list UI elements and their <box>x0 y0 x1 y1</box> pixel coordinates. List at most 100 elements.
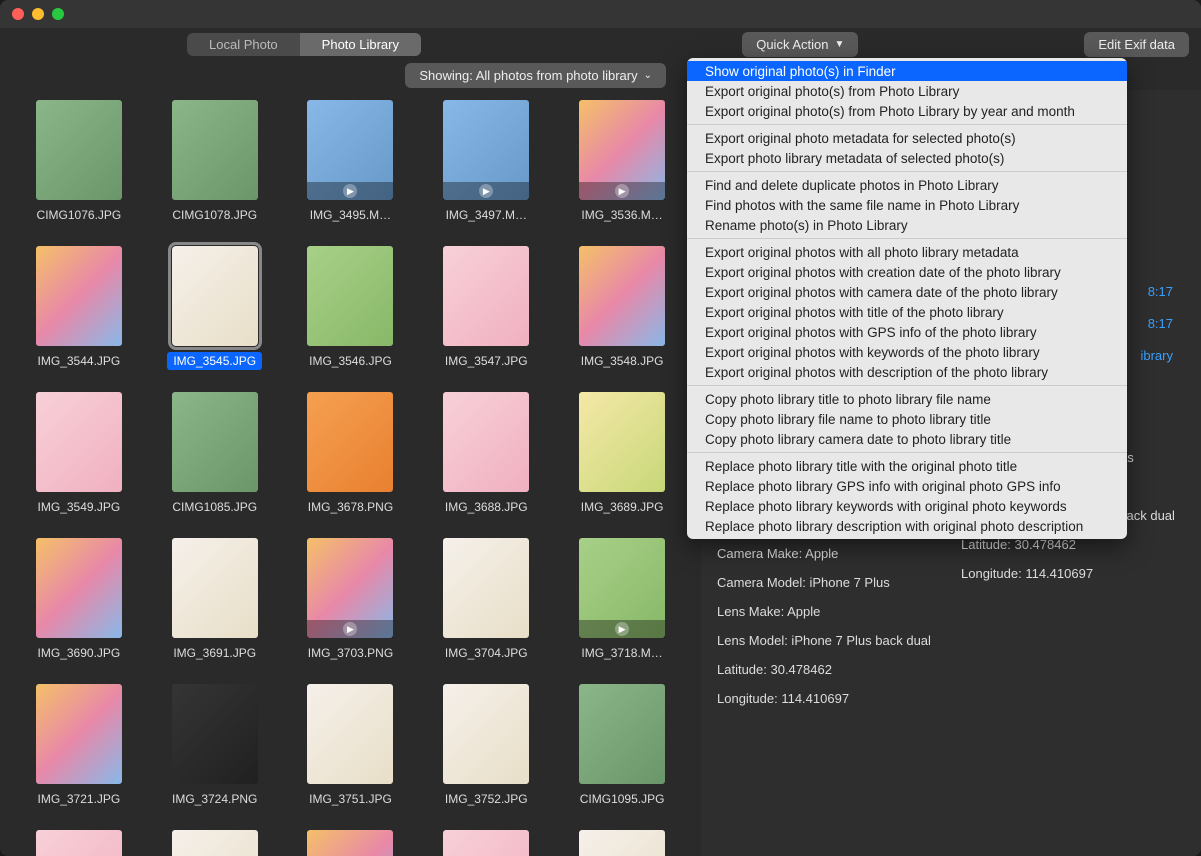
thumbnail-image <box>307 392 393 492</box>
detail-field: Latitude: 30.478462 <box>961 537 1185 554</box>
thumbnail-item[interactable]: CIMG1076.JPG <box>20 100 138 224</box>
thumbnail-item[interactable]: IMG_3703.PNG <box>292 538 410 662</box>
menu-item[interactable]: Export original photos with description … <box>687 362 1127 382</box>
menu-item[interactable]: Replace photo library title with the ori… <box>687 456 1127 476</box>
detail-field: Latitude: 30.478462 <box>717 662 941 679</box>
thumbnail-item[interactable]: CIMG1085.JPG <box>156 392 274 516</box>
thumbnail-image <box>443 100 529 200</box>
detail-value-link[interactable]: 8:17 <box>1140 284 1173 299</box>
tab-local-photo[interactable]: Local Photo <box>187 33 300 56</box>
thumbnail-image <box>172 392 258 492</box>
thumbnail-image <box>579 100 665 200</box>
menu-item[interactable]: Find photos with the same file name in P… <box>687 195 1127 215</box>
thumbnail-image <box>36 684 122 784</box>
detail-value-link[interactable]: 8:17 <box>1140 316 1173 331</box>
thumbnail-item[interactable]: IMG_3546.JPG <box>292 246 410 370</box>
thumbnail-image <box>172 538 258 638</box>
thumbnail-item[interactable]: IMG_3691.JPG <box>156 538 274 662</box>
thumbnail-item[interactable]: IMG_3497.M… <box>427 100 545 224</box>
thumbnail-image <box>172 100 258 200</box>
thumbnail-item[interactable]: IMG_3758.JPG <box>427 830 545 856</box>
thumbnail-label: IMG_3546.JPG <box>303 352 398 370</box>
thumbnail-image <box>36 100 122 200</box>
menu-item[interactable]: Export photo library metadata of selecte… <box>687 148 1127 168</box>
thumbnail-item[interactable]: IMG_3547.JPG <box>427 246 545 370</box>
menu-item[interactable]: Export original photo(s) from Photo Libr… <box>687 81 1127 101</box>
menu-item[interactable]: Export original photos with GPS info of … <box>687 322 1127 342</box>
thumbnail-image <box>579 392 665 492</box>
thumbnail-grid: CIMG1076.JPGCIMG1078.JPG IMG_3495.M… IMG_3… <box>20 100 681 856</box>
menu-item[interactable]: Replace photo library description with o… <box>687 516 1127 536</box>
thumbnail-item[interactable]: IMG_3759.JPG <box>563 830 681 856</box>
menu-item[interactable]: Rename photo(s) in Photo Library <box>687 215 1127 235</box>
menu-item[interactable]: Find and delete duplicate photos in Phot… <box>687 175 1127 195</box>
thumbnail-item[interactable]: IMG_3548.JPG <box>563 246 681 370</box>
thumbnail-item[interactable]: IMG_3690.JPG <box>20 538 138 662</box>
thumbnail-grid-area[interactable]: CIMG1076.JPGCIMG1078.JPG IMG_3495.M… IMG_3… <box>0 90 701 856</box>
detail-field: Longitude: 114.410697 <box>961 566 1185 583</box>
thumbnail-image <box>443 830 529 856</box>
thumbnail-label: IMG_3495.M… <box>304 206 397 224</box>
thumbnail-item[interactable]: IMG_3718.M… <box>563 538 681 662</box>
thumbnail-item[interactable]: CIMG1095.JPG <box>563 684 681 808</box>
close-window-button[interactable] <box>12 8 24 20</box>
thumbnail-label: IMG_3688.JPG <box>439 498 534 516</box>
quick-action-button[interactable]: Quick Action ▼ <box>742 32 858 57</box>
thumbnail-item[interactable]: IMG_3544.JPG <box>20 246 138 370</box>
menu-item[interactable]: Export original photos with camera date … <box>687 282 1127 302</box>
menu-item[interactable]: Export original photo(s) from Photo Libr… <box>687 101 1127 121</box>
thumbnail-item[interactable]: IMG_3752.JPG <box>427 684 545 808</box>
thumbnail-image <box>579 538 665 638</box>
menu-item[interactable]: Replace photo library keywords with orig… <box>687 496 1127 516</box>
menu-item[interactable]: Replace photo library GPS info with orig… <box>687 476 1127 496</box>
menu-item[interactable]: Export original photos with keywords of … <box>687 342 1127 362</box>
detail-value-link[interactable]: ibrary <box>1140 348 1173 363</box>
thumbnail-item[interactable]: IMG_3724.PNG <box>156 684 274 808</box>
thumbnail-item[interactable]: IMG_3545.JPG <box>156 246 274 370</box>
thumbnail-item[interactable]: IMG_3688.JPG <box>427 392 545 516</box>
thumbnail-label: IMG_3752.JPG <box>439 790 534 808</box>
menu-item[interactable]: Export original photos with creation dat… <box>687 262 1127 282</box>
thumbnail-item[interactable]: CIMG1078.JPG <box>156 100 274 224</box>
chevron-down-icon: ⌄ <box>644 70 652 81</box>
thumbnail-item[interactable]: IMG_3755.JPG <box>20 830 138 856</box>
quick-action-label: Quick Action <box>756 37 828 52</box>
thumbnail-image <box>172 246 258 346</box>
thumbnail-item[interactable]: IMG_3704.JPG <box>427 538 545 662</box>
thumbnail-item[interactable]: IMG_3757.JPG <box>292 830 410 856</box>
menu-item[interactable]: Copy photo library title to photo librar… <box>687 389 1127 409</box>
maximize-window-button[interactable] <box>52 8 64 20</box>
thumbnail-image <box>172 684 258 784</box>
menu-item[interactable]: Copy photo library camera date to photo … <box>687 429 1127 449</box>
thumbnail-label: IMG_3751.JPG <box>303 790 398 808</box>
detail-field: Camera Model: iPhone 7 Plus <box>717 575 941 592</box>
detail-field: Camera Make: Apple <box>717 546 941 563</box>
thumbnail-label: CIMG1095.JPG <box>574 790 671 808</box>
thumbnail-label: IMG_3703.PNG <box>302 644 399 662</box>
thumbnail-item[interactable]: IMG_3678.PNG <box>292 392 410 516</box>
menu-item[interactable]: Export original photos with all photo li… <box>687 242 1127 262</box>
thumbnail-image <box>36 392 122 492</box>
tab-photo-library[interactable]: Photo Library <box>300 33 421 56</box>
thumbnail-item[interactable]: IMG_3721.JPG <box>20 684 138 808</box>
thumbnail-item[interactable]: IMG_3689.JPG <box>563 392 681 516</box>
menu-item[interactable]: Show original photo(s) in Finder <box>687 61 1127 81</box>
thumbnail-label: IMG_3718.M… <box>575 644 668 662</box>
thumbnail-item[interactable]: IMG_3751.JPG <box>292 684 410 808</box>
thumbnail-image <box>579 684 665 784</box>
thumbnail-item[interactable]: IMG_3756.JPG <box>156 830 274 856</box>
thumbnail-label: IMG_3545.JPG <box>167 352 262 370</box>
minimize-window-button[interactable] <box>32 8 44 20</box>
thumbnail-label: IMG_3548.JPG <box>575 352 670 370</box>
menu-item[interactable]: Export original photo metadata for selec… <box>687 128 1127 148</box>
menu-item[interactable]: Copy photo library file name to photo li… <box>687 409 1127 429</box>
filter-dropdown[interactable]: Showing: All photos from photo library ⌄ <box>405 63 666 88</box>
detail-field: Lens Make: Apple <box>717 604 941 621</box>
thumbnail-item[interactable]: IMG_3536.M… <box>563 100 681 224</box>
edit-exif-button[interactable]: Edit Exif data <box>1084 32 1189 57</box>
thumbnail-label: IMG_3689.JPG <box>575 498 670 516</box>
thumbnail-item[interactable]: IMG_3495.M… <box>292 100 410 224</box>
play-icon <box>579 620 665 638</box>
menu-item[interactable]: Export original photos with title of the… <box>687 302 1127 322</box>
thumbnail-item[interactable]: IMG_3549.JPG <box>20 392 138 516</box>
